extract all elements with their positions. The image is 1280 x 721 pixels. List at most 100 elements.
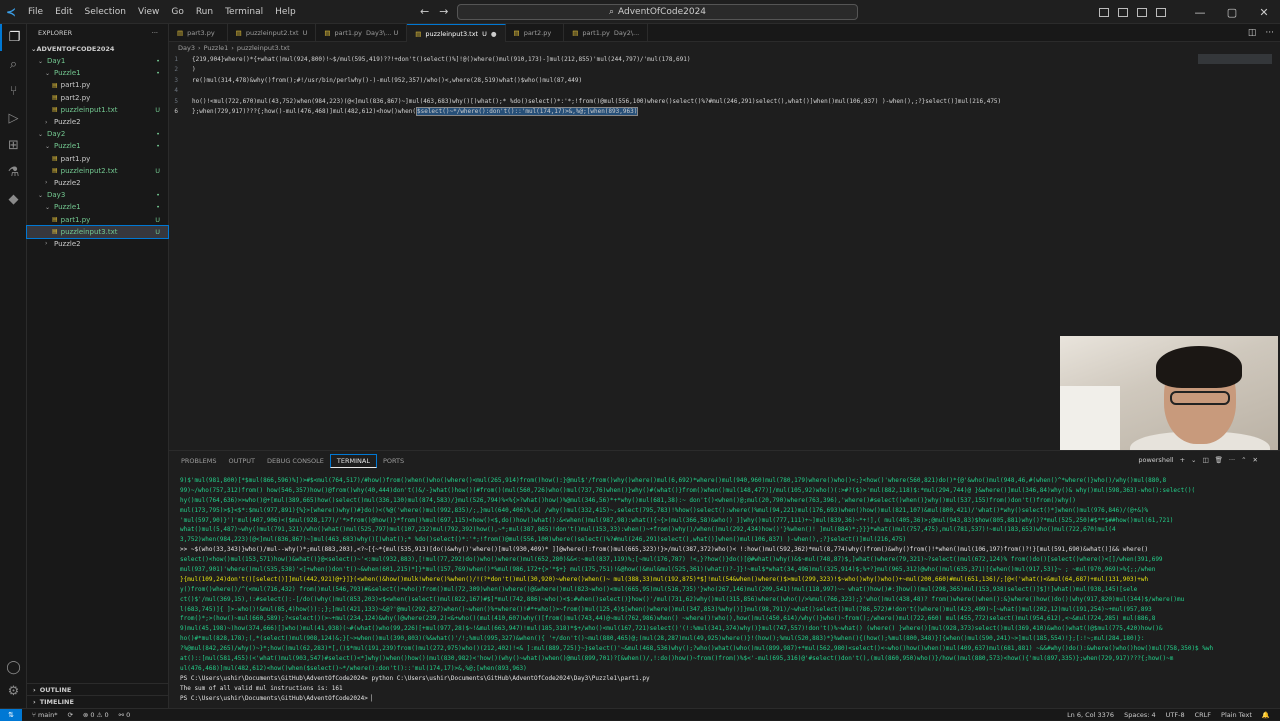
folder-item[interactable]: ⌄ Day2 • — [27, 128, 168, 140]
command-center-search[interactable]: ⌕ AdventOfCode2024 — [457, 4, 858, 20]
folder-item[interactable]: ⌄ Puzzle1 • — [27, 201, 168, 213]
file-item[interactable]: ▤ puzzleinput1.txt U — [27, 104, 168, 116]
account-icon[interactable]: ◯ — [0, 654, 27, 681]
file-item[interactable]: ▤ part2.py — [27, 92, 168, 104]
ports-indicator[interactable]: ⚯ 0 — [119, 711, 131, 719]
branch-indicator[interactable]: ⑂ main* — [32, 711, 57, 719]
explorer-title: EXPLORER — [38, 29, 73, 37]
minimize-button[interactable]: — — [1184, 6, 1216, 19]
maximize-button[interactable]: ▢ — [1216, 6, 1248, 19]
folder-item[interactable]: ⌄ Puzzle1 • — [27, 140, 168, 152]
file-item[interactable]: ▤ puzzleinput2.txt U — [27, 165, 168, 177]
file-icon: ▤ — [52, 94, 58, 102]
toggle-secondary-sidebar-icon[interactable] — [1137, 7, 1147, 17]
tab-label: part1.py — [334, 29, 363, 37]
split-terminal-icon[interactable]: ◫ — [1202, 456, 1208, 464]
menu-item-edit[interactable]: Edit — [49, 7, 78, 17]
timeline-section[interactable]: › TIMELINE — [27, 695, 169, 707]
more-actions-icon[interactable]: ··· — [1265, 28, 1274, 38]
line-text: {219,904}where()*{+what()mul(924,800)!~$… — [192, 55, 691, 63]
close-panel-icon[interactable]: ✕ — [1253, 456, 1258, 464]
menu-item-go[interactable]: Go — [165, 7, 189, 17]
editor-line: 4 — [169, 86, 1280, 97]
trash-icon[interactable]: 🗑 — [1215, 456, 1223, 464]
menu-item-file[interactable]: File — [22, 7, 49, 17]
docker-icon[interactable]: ◆ — [0, 186, 27, 213]
panel-tab-ports[interactable]: PORTS — [377, 451, 410, 471]
problems-indicator[interactable]: ⊗ 0 ⚠ 0 — [83, 711, 109, 719]
editor-tab[interactable]: ▤ part3.py — [169, 24, 228, 42]
panel-tab-terminal[interactable]: TERMINAL — [329, 454, 377, 468]
editor-tab[interactable]: ▤ part2.py — [506, 24, 565, 42]
back-arrow-icon[interactable]: ← — [420, 5, 429, 18]
testing-icon[interactable]: ⚗ — [0, 159, 27, 186]
breadcrumb-item[interactable]: Day3 — [178, 44, 195, 52]
tree-item-label: part1.py — [60, 81, 91, 90]
tree-item-name: ⌄ Puzzle1 — [27, 69, 81, 77]
file-item[interactable]: ▤ part1.py — [27, 153, 168, 165]
terminal-line: 9)$'mul(981,800)[*$mul(866,596)%])>#$<mu… — [180, 477, 1167, 484]
menu-item-run[interactable]: Run — [190, 7, 219, 17]
editor-tab[interactable]: ▤ puzzleinput2.txt U — [228, 24, 317, 42]
language-mode[interactable]: Plain Text — [1221, 711, 1252, 719]
file-icon: ▤ — [415, 29, 422, 38]
webcam-person-glasses — [1170, 391, 1230, 405]
settings-gear-icon[interactable]: ⚙ — [0, 678, 27, 705]
project-folder[interactable]: ⌄ ADVENTOFCODE2024 — [27, 42, 168, 55]
selected-text: $select()~*/where():don't()::'mul(174,17… — [415, 107, 639, 117]
customize-layout-icon[interactable] — [1156, 7, 1166, 17]
menu-item-view[interactable]: View — [132, 7, 165, 17]
source-control-icon[interactable]: ⑂ — [0, 78, 27, 105]
folder-item[interactable]: › Puzzle2 — [27, 238, 168, 250]
terminal-output[interactable]: 9)$'mul(981,800)[*$mul(866,596)%])>#$<mu… — [180, 476, 1276, 706]
terminal-shell-label[interactable]: powershell — [1138, 456, 1173, 464]
new-terminal-icon[interactable]: + — [1180, 456, 1185, 464]
encoding[interactable]: UTF-8 — [1166, 711, 1185, 719]
menu-item-selection[interactable]: Selection — [79, 7, 132, 17]
folder-item[interactable]: ⌄ Puzzle1 • — [27, 67, 168, 79]
outline-section[interactable]: › OUTLINE — [27, 683, 169, 695]
more-actions-icon[interactable]: ··· — [1229, 456, 1235, 464]
menu-item-terminal[interactable]: Terminal — [219, 7, 269, 17]
explorer-icon[interactable]: ❐ — [0, 24, 27, 51]
minimap[interactable] — [1198, 54, 1272, 64]
terminal-line: PS C:\Users\ushir\Documents\GitHub\Adven… — [180, 674, 650, 682]
remote-indicator-icon[interactable]: ⇅ — [0, 708, 22, 721]
chevron-right-icon: › — [33, 697, 36, 706]
editor-tab[interactable]: ▤ part1.py Day2\... — [564, 24, 649, 42]
file-item[interactable]: ▤ part1.py U — [27, 213, 168, 225]
run-debug-icon[interactable]: ▷ — [0, 105, 27, 132]
file-item[interactable]: ▤ puzzleinput3.txt U — [26, 224, 169, 239]
panel-tab-output[interactable]: OUTPUT — [222, 451, 261, 471]
panel-tab-problems[interactable]: PROBLEMS — [175, 451, 222, 471]
line-ending[interactable]: CRLF — [1195, 711, 1211, 719]
editor-tabs: ▤ part3.py ▤ puzzleinput2.txt U ▤ part1.py Day3… — [169, 24, 1280, 42]
panel-tab-debug-console[interactable]: DEBUG CONSOLE — [261, 451, 330, 471]
toggle-sidebar-icon[interactable] — [1099, 7, 1109, 17]
folder-item[interactable]: › Puzzle2 — [27, 116, 168, 128]
indentation[interactable]: Spaces: 4 — [1124, 711, 1156, 719]
editor-tab[interactable]: ▤ part1.py Day3\... U — [316, 24, 408, 42]
file-item[interactable]: ▤ part1.py — [27, 79, 168, 91]
sync-button[interactable]: ⟳ — [67, 711, 72, 719]
forward-arrow-icon[interactable]: → — [439, 5, 448, 18]
editor-tab[interactable]: ▤ puzzleinput3.txt U ● — [407, 24, 506, 42]
chevron-down-icon[interactable]: ⌄ — [1191, 456, 1196, 464]
split-editor-icon[interactable]: ◫ — [1248, 28, 1257, 38]
tree-item-name: ▤ puzzleinput2.txt — [27, 167, 117, 175]
menu-item-help[interactable]: Help — [269, 7, 302, 17]
breadcrumb-item[interactable]: puzzleinput3.txt — [237, 44, 290, 52]
folder-item[interactable]: ⌄ Day3 • — [27, 189, 168, 201]
toggle-panel-icon[interactable] — [1118, 7, 1128, 17]
extensions-icon[interactable]: ⊞ — [0, 132, 27, 159]
unsaved-dot-icon[interactable]: ● — [491, 30, 497, 38]
more-actions-icon[interactable]: ··· — [152, 29, 158, 37]
notifications-bell-icon[interactable]: 🔔 — [1262, 711, 1270, 719]
maximize-panel-icon[interactable]: ⌃ — [1241, 456, 1246, 464]
breadcrumb-item[interactable]: Puzzle1 — [204, 44, 229, 52]
close-button[interactable]: ✕ — [1248, 6, 1280, 19]
cursor-position[interactable]: Ln 6, Col 3376 — [1067, 711, 1114, 719]
folder-item[interactable]: › Puzzle2 — [27, 177, 168, 189]
folder-item[interactable]: ⌄ Day1 • — [27, 55, 168, 67]
search-icon[interactable]: ⌕ — [0, 51, 27, 78]
